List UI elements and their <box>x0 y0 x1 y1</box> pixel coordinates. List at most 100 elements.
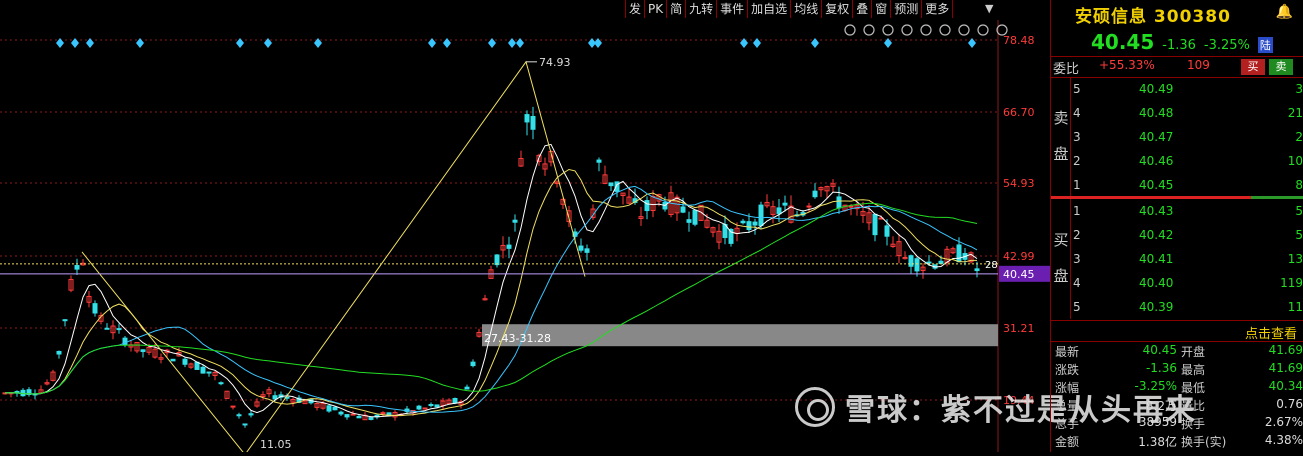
candle-body <box>692 209 698 225</box>
candle-body <box>236 414 242 417</box>
grid-icon <box>939 24 951 36</box>
order-level: 1 <box>1073 204 1081 218</box>
candle-body <box>956 244 962 263</box>
stat-label: 换手(实) <box>1181 435 1227 449</box>
toolbar-item-3[interactable]: 九转 <box>686 0 718 18</box>
candle-body <box>872 213 878 236</box>
order-ratio-pct: +55.33% <box>1099 58 1155 72</box>
order-ratio-value: 109 <box>1187 58 1210 72</box>
y-axis-label: 54.93 <box>1003 177 1035 190</box>
high-marker-label: 74.93 <box>539 56 571 69</box>
candle-body <box>758 204 764 227</box>
gap-band-rect <box>482 324 998 347</box>
toolbar-item-6[interactable]: 均线 <box>791 0 823 18</box>
toolbar-item-8[interactable]: 叠 <box>853 0 873 18</box>
order-price: 40.49 <box>1139 82 1174 96</box>
order-ratio-label: 委比 <box>1053 62 1080 77</box>
order-level: 4 <box>1073 106 1081 120</box>
toolbar-dropdown-icon[interactable]: ▼ <box>985 2 993 15</box>
stat-value: 2.67% <box>1264 415 1303 429</box>
toolbar-item-7[interactable]: 复权 <box>822 0 854 18</box>
toolbar-item-11[interactable]: 更多 <box>922 0 954 18</box>
y-axis-label: 31.21 <box>1003 322 1035 335</box>
sell-order-row[interactable]: 3 40.47 2 <box>1071 126 1303 150</box>
event-marker-icon <box>428 38 436 48</box>
candle-body <box>644 200 650 212</box>
event-marker-icon <box>968 38 976 48</box>
stat-row: 总量 8.2万 量比 0.76 <box>1053 396 1303 413</box>
stat-row: 总手 38959 换手 2.67% <box>1053 414 1303 431</box>
event-marker-icon <box>508 38 516 48</box>
order-level: 4 <box>1073 276 1081 290</box>
stat-label: 最高 <box>1181 363 1206 377</box>
toolbar-item-5[interactable]: 加自选 <box>748 0 792 18</box>
hand-icon <box>920 24 932 36</box>
order-level: 1 <box>1073 178 1081 192</box>
candle-body <box>914 258 920 272</box>
sell-order-row[interactable]: 2 40.46 10 <box>1071 150 1303 174</box>
sell-order-row[interactable]: 4 40.48 21 <box>1071 102 1303 126</box>
order-price: 40.45 <box>1139 178 1174 192</box>
candle-body <box>230 405 236 408</box>
stat-label: 换手 <box>1181 417 1206 431</box>
candle-body <box>938 260 944 265</box>
toolbar-item-10[interactable]: 预测 <box>891 0 923 18</box>
buy-order-row[interactable]: 5 40.39 11 <box>1071 296 1303 320</box>
order-volume: 11 <box>1287 300 1303 314</box>
stock-title: 安硕信息 300380 <box>1075 2 1231 27</box>
ma10-line <box>4 168 977 417</box>
buy-order-row[interactable]: 2 40.42 5 <box>1071 224 1303 248</box>
candle-body <box>416 405 422 410</box>
candle-body <box>434 404 440 408</box>
candle-body <box>740 220 746 224</box>
stat-label: 总手 <box>1055 417 1080 431</box>
chart-tool-icons[interactable] <box>844 24 1008 36</box>
candle-body <box>812 190 818 198</box>
event-marker-icon <box>488 38 496 48</box>
buy-button[interactable]: 买 <box>1241 59 1265 75</box>
stat-value: 40.45 <box>1142 343 1177 357</box>
candle-body <box>422 407 428 410</box>
click-view-link[interactable]: 点击查看 <box>1245 323 1297 342</box>
order-ratio-row: 委比 +55.33% 109 买 卖 <box>1051 56 1303 78</box>
stat-label: 量比 <box>1181 399 1206 413</box>
order-level: 5 <box>1073 82 1081 96</box>
toolbar-item-9[interactable]: 窗 <box>872 0 892 18</box>
candle-body <box>368 417 374 420</box>
stat-value: -1.36 <box>1145 361 1177 375</box>
order-price: 40.43 <box>1139 204 1174 218</box>
sell-order-row[interactable]: 1 40.45 8 <box>1071 174 1303 198</box>
current-price-tag-text: 40.45 <box>1003 268 1035 281</box>
candle-body <box>194 361 200 370</box>
stat-value: 4.38% <box>1264 433 1303 447</box>
order-volume: 13 <box>1287 252 1303 266</box>
candle-body <box>806 205 812 208</box>
candle-body <box>182 358 188 365</box>
toolbar-item-0[interactable]: 发 <box>626 0 646 18</box>
stat-label: 涨幅 <box>1055 381 1080 395</box>
toolbar-item-4[interactable]: 事件 <box>717 0 749 18</box>
candle-body <box>332 406 338 411</box>
bell-icon[interactable]: 🔔 <box>1276 4 1293 20</box>
sell-side-label-text: 卖盘 <box>1053 109 1069 163</box>
candle-body <box>926 261 932 264</box>
buy-order-row[interactable]: 4 40.40 119 <box>1071 272 1303 296</box>
toolbar-item-2[interactable]: 简 <box>667 0 687 18</box>
stat-label: 开盘 <box>1181 345 1206 359</box>
order-volume: 119 <box>1280 276 1303 290</box>
stat-label: 最新 <box>1055 345 1080 359</box>
candle-body <box>74 265 80 270</box>
buy-order-row[interactable]: 3 40.41 13 <box>1071 248 1303 272</box>
y-axis-label: 78.48 <box>1003 34 1035 47</box>
stat-value: 41.69 <box>1268 361 1303 375</box>
toolbar-item-1[interactable]: PK <box>645 0 668 18</box>
candle-body <box>530 115 536 130</box>
order-price: 40.47 <box>1139 130 1174 144</box>
candlesticks <box>2 106 980 428</box>
sell-button[interactable]: 卖 <box>1269 59 1293 75</box>
candle-body <box>122 337 128 346</box>
order-volume: 2 <box>1295 130 1303 144</box>
last-price: 40.45 <box>1091 30 1155 54</box>
sell-order-row[interactable]: 5 40.49 3 <box>1071 78 1303 102</box>
buy-order-row[interactable]: 1 40.43 5 <box>1071 200 1303 224</box>
